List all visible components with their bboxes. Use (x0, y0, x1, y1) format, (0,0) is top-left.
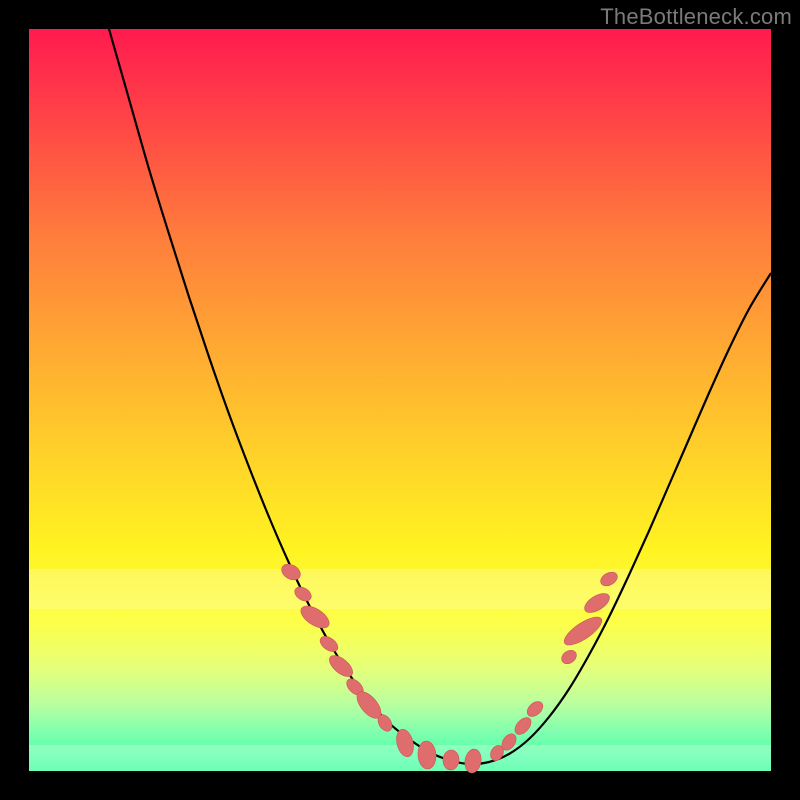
bead (524, 699, 545, 720)
bead (317, 633, 340, 654)
bead (463, 748, 483, 774)
watermark-text: TheBottleneck.com (600, 4, 792, 30)
bead (560, 612, 605, 650)
chart-svg (29, 29, 771, 771)
bead (442, 749, 459, 770)
bead (394, 727, 416, 758)
bead (598, 569, 620, 588)
bead (581, 590, 612, 617)
v-curve (109, 29, 771, 764)
bead (292, 584, 314, 604)
bead (417, 740, 437, 769)
bead (512, 715, 534, 738)
bead (559, 647, 579, 666)
bead-group (279, 561, 620, 774)
bead (279, 561, 303, 583)
bead (297, 602, 333, 633)
chart-frame (29, 29, 771, 771)
